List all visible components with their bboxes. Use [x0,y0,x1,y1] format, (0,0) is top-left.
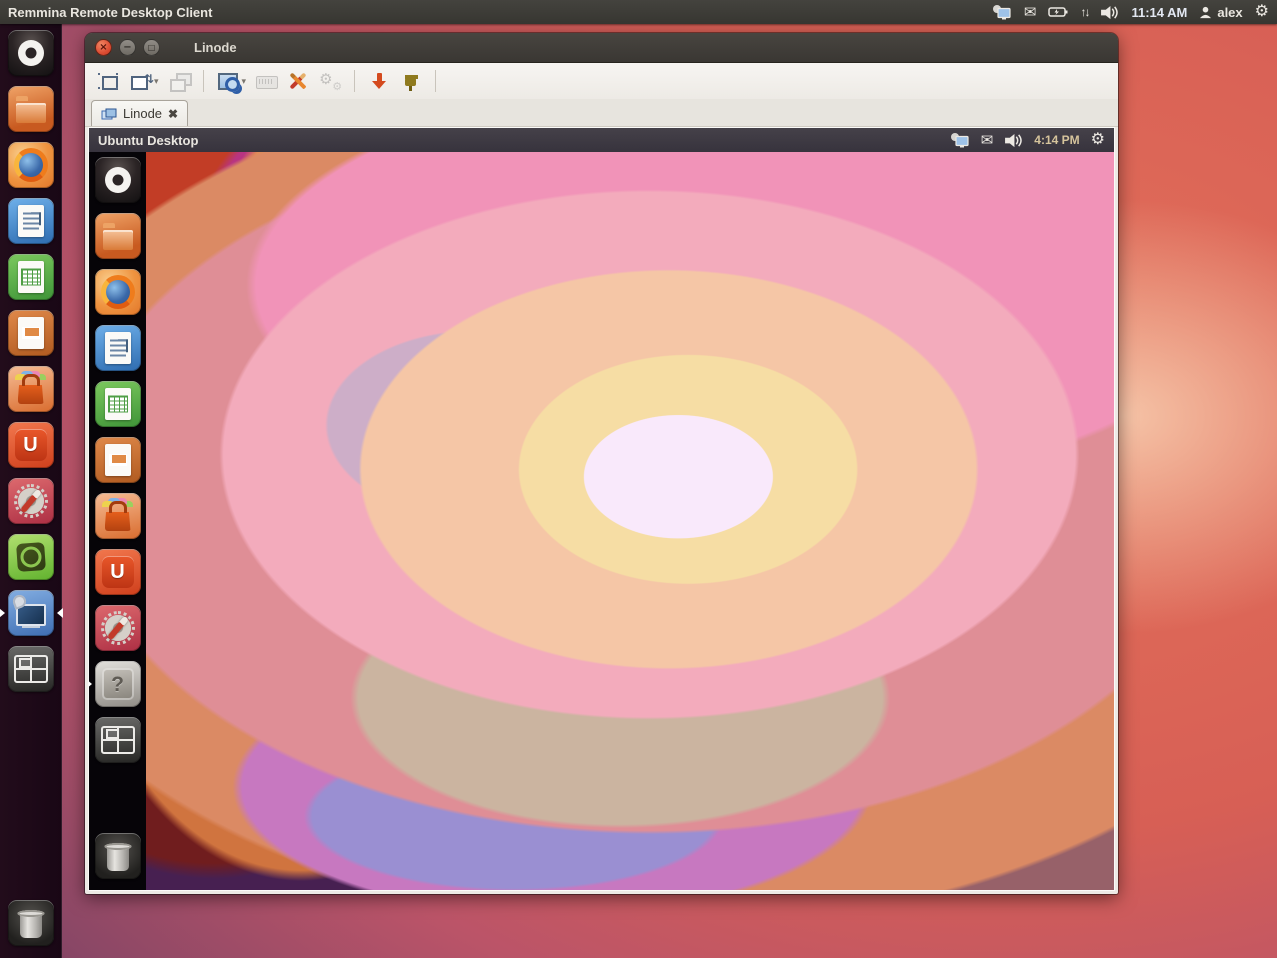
host-top-panel: Remmina Remote Desktop Client ✉ ↑↓ 11:14… [0,0,1277,24]
window-titlebar[interactable]: × − □ Linode [85,33,1118,63]
host-panel-title: Remmina Remote Desktop Client [8,5,212,20]
session-gear-icon[interactable]: ⚙ [1091,132,1105,148]
libreoffice-impress-launcher-icon[interactable] [8,310,54,356]
remmina-toolbar: ▾▾ [85,63,1118,99]
libreoffice-writer-launcher-icon[interactable] [95,325,141,371]
workspace-switcher-launcher-icon[interactable] [95,717,141,763]
remmina-window: × − □ Linode ▾▾ Linode ✖ Ubuntu Desktop [85,33,1118,894]
dropdown-arrow-icon[interactable]: ▾ [154,76,159,87]
ubuntu-one-launcher-icon[interactable]: U [8,422,54,468]
mail-icon[interactable]: ✉ [981,133,994,148]
system-settings-launcher-icon[interactable] [8,478,54,524]
minimize-window-toolbar-button[interactable] [364,67,394,95]
user-menu[interactable]: alex [1199,5,1242,20]
grab-keyboard-toolbar-button [251,67,281,95]
remote-session-viewport[interactable]: Ubuntu Desktop ✉ 4:14 PM ⚙ U? [88,127,1115,891]
firefox-launcher-icon[interactable] [95,269,141,315]
mail-icon[interactable]: ✉ [1024,5,1037,20]
connection-tab-icon [101,108,117,120]
window-maximize-button[interactable]: □ [143,39,160,56]
remote-top-panel: Ubuntu Desktop ✉ 4:14 PM ⚙ [89,128,1114,152]
toolbar-separator [203,70,204,92]
workspace-switcher-launcher-icon[interactable] [8,646,54,692]
ubuntu-one-launcher-icon[interactable]: U [95,549,141,595]
scaled-view-toolbar-button[interactable]: ▾ [213,67,250,95]
remote-desktop-indicator-icon[interactable] [992,4,1012,20]
software-center-launcher-icon[interactable] [95,493,141,539]
user-label: alex [1217,5,1242,20]
focused-indicator-arrow [57,608,63,618]
window-minimize-button[interactable]: − [119,39,136,56]
toolbar-separator [435,70,436,92]
unknown-app-glyph: ? [95,661,141,707]
fullscreen-toolbar-button[interactable] [93,67,123,95]
remote-desktop-indicator-icon[interactable] [950,132,970,148]
volume-icon[interactable] [1100,5,1119,20]
volume-icon[interactable] [1004,133,1023,148]
fit-window-toolbar-button[interactable]: ▾ [125,67,162,95]
remote-indicator-tray: ✉ 4:14 PM ⚙ [950,132,1105,148]
libreoffice-writer-launcher-icon[interactable] [8,198,54,244]
remmina-launcher-icon[interactable] [8,590,54,636]
libreoffice-calc-launcher-icon[interactable] [95,381,141,427]
ubuntu-one-glyph: U [95,549,141,595]
tools-icon [286,70,310,92]
files-launcher-icon[interactable] [8,86,54,132]
fit-window-icon [128,70,152,92]
duplicate-toolbar-button [164,67,194,95]
disconnect-icon [399,70,423,92]
window-close-button[interactable]: × [95,39,112,56]
window-controls: × − □ [95,39,160,56]
host-launcher: U [0,24,62,958]
tools-toolbar-button[interactable] [283,67,313,95]
libreoffice-impress-launcher-icon[interactable] [95,437,141,483]
tab-bar: Linode ✖ [85,99,1118,127]
ubuntu-dash-launcher-icon[interactable] [8,30,54,76]
network-arrows-icon[interactable]: ↑↓ [1080,6,1088,18]
scaled-view-icon [216,70,240,92]
trash-launcher-icon[interactable] [95,833,141,879]
ubuntu-dash-launcher-icon[interactable] [95,157,141,203]
window-title: Linode [194,40,237,55]
person-icon [1199,6,1212,19]
toolbar-separator [354,70,355,92]
tab-linode[interactable]: Linode ✖ [91,100,188,126]
remote-clock[interactable]: 4:14 PM [1034,133,1079,147]
firefox-launcher-icon[interactable] [8,142,54,188]
dropdown-arrow-icon[interactable]: ▾ [242,76,247,87]
tab-close-icon[interactable]: ✖ [168,108,178,120]
grab-keyboard-icon [254,70,278,92]
remote-desktop-wallpaper[interactable] [146,152,1114,890]
gears-toolbar-button [315,67,345,95]
disconnect-toolbar-button[interactable] [396,67,426,95]
ubuntu-one-glyph: U [8,422,54,468]
minimize-window-icon [367,70,391,92]
host-clock[interactable]: 11:14 AM [1131,5,1187,20]
running-indicator-arrow [0,608,5,618]
unknown-app-launcher-icon[interactable]: ? [95,661,141,707]
software-sources-launcher-icon[interactable] [8,534,54,580]
trash-launcher-icon[interactable] [8,900,54,946]
host-indicator-tray: ✉ ↑↓ 11:14 AM alex ⚙ [992,4,1269,20]
remote-launcher: U? [89,152,146,890]
duplicate-icon [167,70,191,92]
software-center-launcher-icon[interactable] [8,366,54,412]
fullscreen-icon [96,70,120,92]
session-gear-icon[interactable]: ⚙ [1255,4,1269,20]
remote-desktop-body: U? [89,152,1114,890]
remote-panel-title: Ubuntu Desktop [98,133,198,148]
screen: Remmina Remote Desktop Client ✉ ↑↓ 11:14… [0,0,1277,958]
running-indicator-arrow [88,679,92,689]
files-launcher-icon[interactable] [95,213,141,259]
gears-icon [318,70,342,92]
battery-icon[interactable] [1048,6,1068,18]
libreoffice-calc-launcher-icon[interactable] [8,254,54,300]
tab-label: Linode [123,106,162,121]
system-settings-launcher-icon[interactable] [95,605,141,651]
